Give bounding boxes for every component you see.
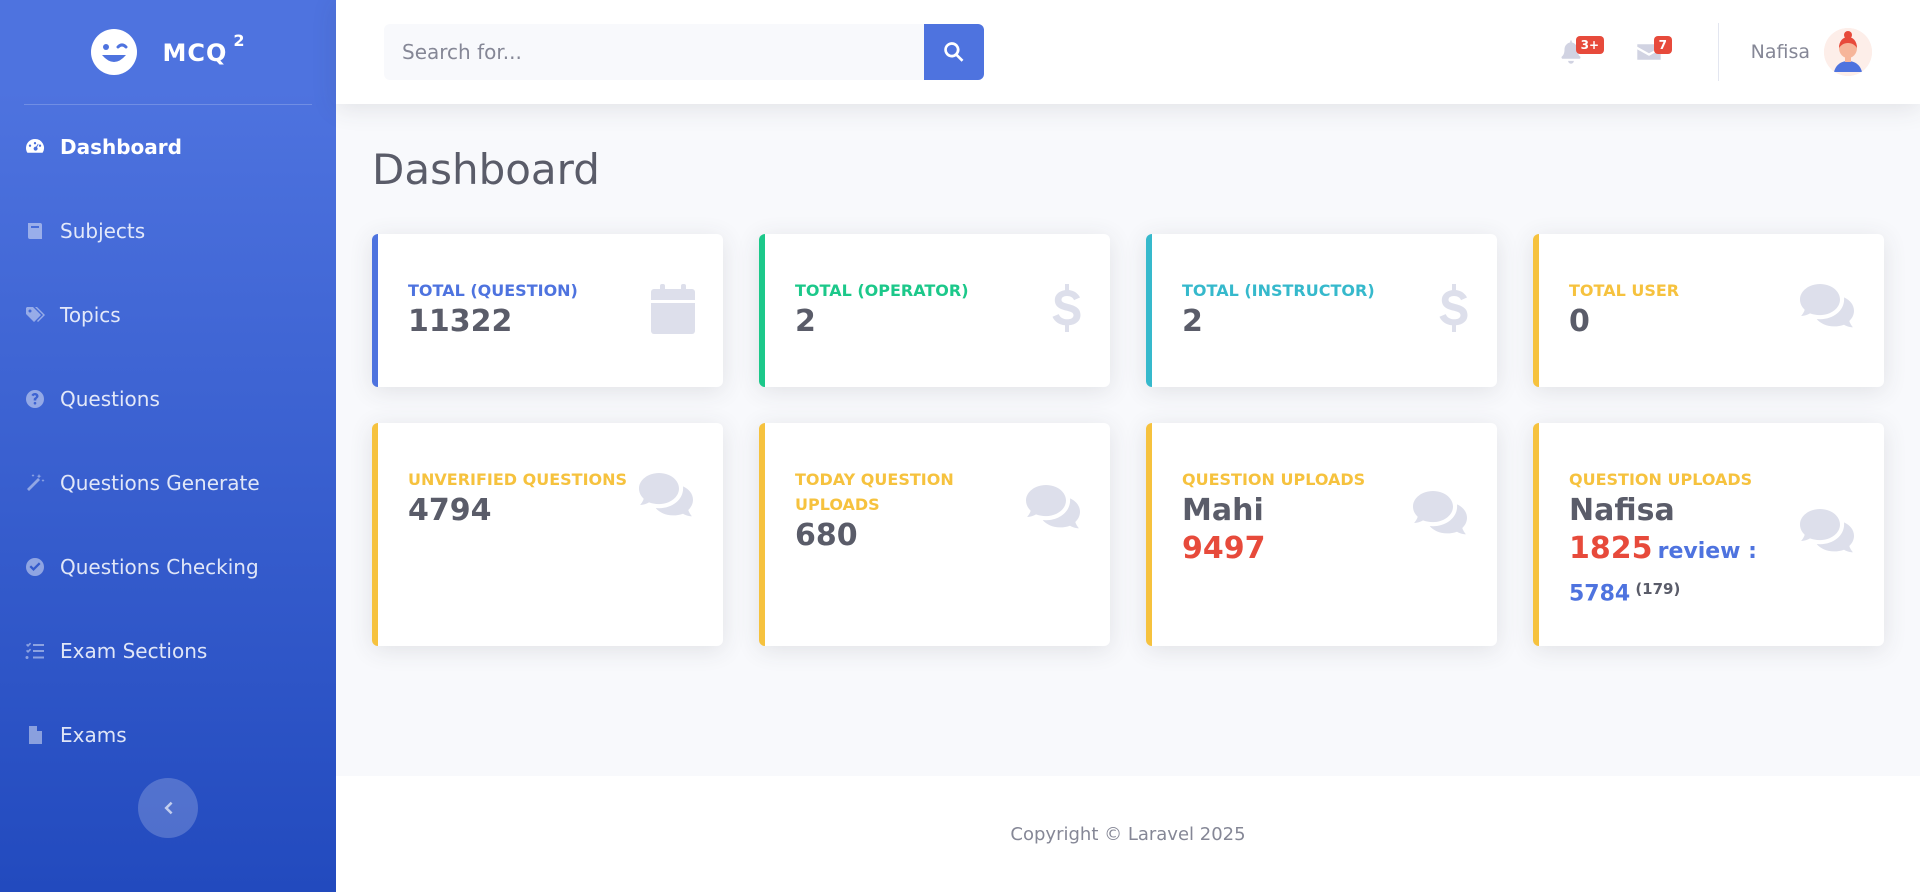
card-value: 2 — [795, 304, 816, 339]
brand-name: MCQ 2 — [162, 31, 246, 67]
sidebar-item-label: Subjects — [60, 219, 146, 243]
sidebar-toggle-button[interactable] — [138, 778, 198, 838]
card-label: TODAY QUESTION UPLOADS — [795, 470, 954, 514]
sidebar-item-questions-checking[interactable]: Questions Checking — [0, 525, 336, 609]
search-button[interactable] — [924, 24, 984, 80]
sidebar-item-subjects[interactable]: Subjects — [0, 189, 336, 273]
stats-row-1: TOTAL (QUESTION) 11322 TOTAL (OPERATOR) … — [372, 234, 1884, 387]
card-label: QUESTION UPLOADS — [1182, 470, 1366, 489]
upload-count: 1825 — [1569, 531, 1653, 566]
sidebar-item-label: Topics — [60, 303, 121, 327]
sidebar-item-questions-generate[interactable]: Questions Generate — [0, 441, 336, 525]
alerts-dropdown[interactable]: 3+ — [1532, 0, 1610, 104]
search-input[interactable] — [384, 24, 924, 80]
stats-row-2: UNVERIFIED QUESTIONS 4794 TODAY QUESTION… — [372, 423, 1884, 646]
file-icon — [24, 724, 46, 746]
comments-icon — [1800, 509, 1856, 559]
sidebar-item-exam-sections[interactable]: Exam Sections — [0, 609, 336, 693]
sidebar-brand[interactable]: MCQ 2 — [0, 0, 336, 104]
tags-icon — [24, 304, 46, 326]
card-label: QUESTION UPLOADS — [1569, 470, 1753, 489]
stat-card-uploads-nafisa: QUESTION UPLOADS Nafisa 1825 review : 57… — [1533, 423, 1884, 646]
sidebar-item-label: Questions Checking — [60, 555, 259, 579]
review-sub: (179) — [1635, 580, 1681, 598]
tasks-icon — [24, 640, 46, 662]
stat-card-today-uploads: TODAY QUESTION UPLOADS 680 — [759, 423, 1110, 646]
comments-icon — [1800, 284, 1856, 334]
stat-card-total-operator: TOTAL (OPERATOR) 2 — [759, 234, 1110, 387]
user-dropdown[interactable]: Nafisa — [1751, 28, 1872, 76]
topbar: 3+ 7 Nafisa — [336, 0, 1920, 104]
laugh-wink-icon — [91, 29, 138, 75]
tachometer-icon — [24, 136, 46, 158]
comments-icon — [639, 473, 695, 523]
card-label: UNVERIFIED QUESTIONS — [408, 470, 628, 489]
sidebar-item-label: Exams — [60, 723, 127, 747]
messages-dropdown[interactable]: 7 — [1610, 0, 1688, 104]
review-value: 5784 — [1569, 581, 1631, 607]
calendar-icon — [651, 284, 695, 338]
sidebar-item-label: Questions Generate — [60, 471, 260, 495]
topbar-divider — [1717, 23, 1719, 81]
dollar-icon — [1052, 284, 1082, 338]
check-circle-icon — [24, 556, 46, 578]
magic-icon — [24, 472, 46, 494]
page-title: Dashboard — [372, 145, 600, 194]
sidebar-item-exams[interactable]: Exams — [0, 693, 336, 777]
card-label: TOTAL (QUESTION) — [408, 281, 578, 300]
sidebar-item-dashboard[interactable]: Dashboard — [0, 105, 336, 189]
app: MCQ 2 Dashboard Subjects Topics Questions — [0, 0, 1920, 892]
stat-card-uploads-mahi: QUESTION UPLOADS Mahi 9497 — [1146, 423, 1497, 646]
card-label: TOTAL USER — [1569, 281, 1680, 300]
card-label: TOTAL (INSTRUCTOR) — [1182, 281, 1375, 300]
sidebar-item-topics[interactable]: Topics — [0, 273, 336, 357]
upload-stats: 1825 review : 5784 (179) — [1569, 530, 1769, 613]
main-content: 3+ 7 Nafisa — [336, 0, 1920, 892]
stat-card-total-user: TOTAL USER 0 — [1533, 234, 1884, 387]
dollar-icon — [1439, 284, 1469, 338]
dashboard-content: Dashboard TOTAL (QUESTION) 11322 TOTAL (… — [336, 104, 1920, 892]
sidebar-item-label: Exam Sections — [60, 639, 208, 663]
search-icon — [944, 42, 964, 62]
review-label: review : — [1657, 539, 1757, 564]
sidebar: MCQ 2 Dashboard Subjects Topics Questions — [0, 0, 336, 892]
avatar — [1824, 28, 1872, 76]
question-circle-icon — [24, 388, 46, 410]
messages-badge: 7 — [1653, 36, 1672, 54]
stat-card-total-question: TOTAL (QUESTION) 11322 — [372, 234, 723, 387]
stat-card-unverified-questions: UNVERIFIED QUESTIONS 4794 — [372, 423, 723, 646]
chevron-left-icon — [164, 801, 173, 815]
user-name: Nafisa — [1750, 41, 1810, 63]
topbar-right: 3+ 7 Nafisa — [1532, 0, 1872, 104]
copyright-text: Copyright © Laravel 2025 — [1010, 823, 1246, 845]
alerts-badge: 3+ — [1575, 36, 1605, 54]
sidebar-nav: Dashboard Subjects Topics Questions Ques… — [0, 105, 336, 777]
card-label: TOTAL (OPERATOR) — [795, 281, 969, 300]
card-value: 2 — [1182, 304, 1203, 339]
footer: Copyright © Laravel 2025 — [336, 776, 1920, 892]
sidebar-item-label: Dashboard — [60, 135, 182, 159]
comments-icon — [1413, 491, 1469, 541]
book-icon — [24, 220, 46, 242]
stat-card-total-instructor: TOTAL (INSTRUCTOR) 2 — [1146, 234, 1497, 387]
sidebar-item-label: Questions — [60, 387, 160, 411]
search-form — [384, 24, 984, 80]
comments-icon — [1026, 485, 1082, 535]
sidebar-item-questions[interactable]: Questions — [0, 357, 336, 441]
